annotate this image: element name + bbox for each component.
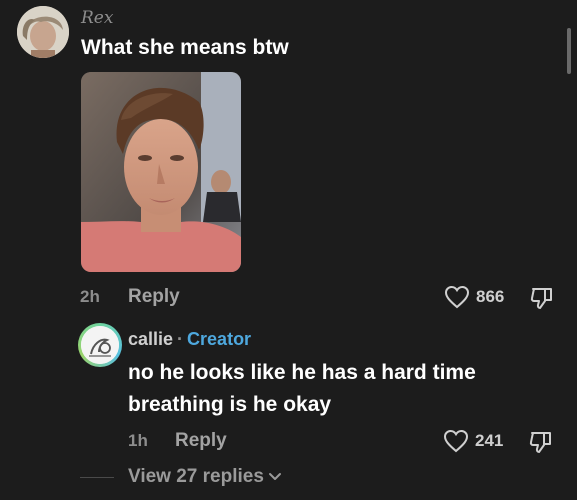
reply-avatar-image [81, 326, 119, 364]
reply-avatar[interactable] [78, 323, 122, 367]
dislike-button[interactable] [529, 285, 555, 316]
thread-line [80, 477, 114, 478]
avatar-drawing [81, 326, 119, 364]
thumbs-down-icon [530, 288, 552, 309]
reply-text: no he looks like he has a hard time brea… [128, 361, 476, 416]
reply-dislike-button[interactable] [528, 429, 554, 460]
reply-button[interactable]: Reply [128, 286, 180, 308]
comments-screen: Rex What she means btw 2h Reply 866 call… [0, 0, 577, 500]
creator-badge: Creator [187, 329, 252, 349]
heart-outline-icon [443, 429, 469, 453]
avatar-image [17, 6, 69, 58]
chevron-down-icon [268, 473, 281, 480]
like-count: 866 [476, 287, 505, 306]
reply-username[interactable]: callie [128, 329, 173, 349]
photo-content [81, 72, 241, 272]
reply-reply-button[interactable]: Reply [175, 430, 227, 452]
separator: · [177, 329, 184, 349]
view-replies-button[interactable]: View 27 replies [128, 466, 282, 488]
avatar[interactable] [17, 6, 69, 58]
reply-like-button[interactable]: 241 [443, 429, 503, 453]
reply-time: 1h [128, 431, 148, 450]
like-button[interactable]: 866 [444, 285, 504, 309]
reply-header: callie · Creator [128, 329, 251, 350]
comment-text: What she means btw [81, 36, 289, 59]
reply-like-count: 241 [475, 431, 504, 450]
scrollbar[interactable] [567, 28, 571, 74]
view-replies-label: View 27 replies [128, 466, 264, 487]
heart-outline-icon [444, 285, 470, 309]
comment-time: 2h [80, 287, 100, 306]
comment-image[interactable] [81, 72, 241, 272]
comment-username[interactable]: Rex [81, 8, 113, 28]
thumbs-down-icon [529, 432, 551, 453]
